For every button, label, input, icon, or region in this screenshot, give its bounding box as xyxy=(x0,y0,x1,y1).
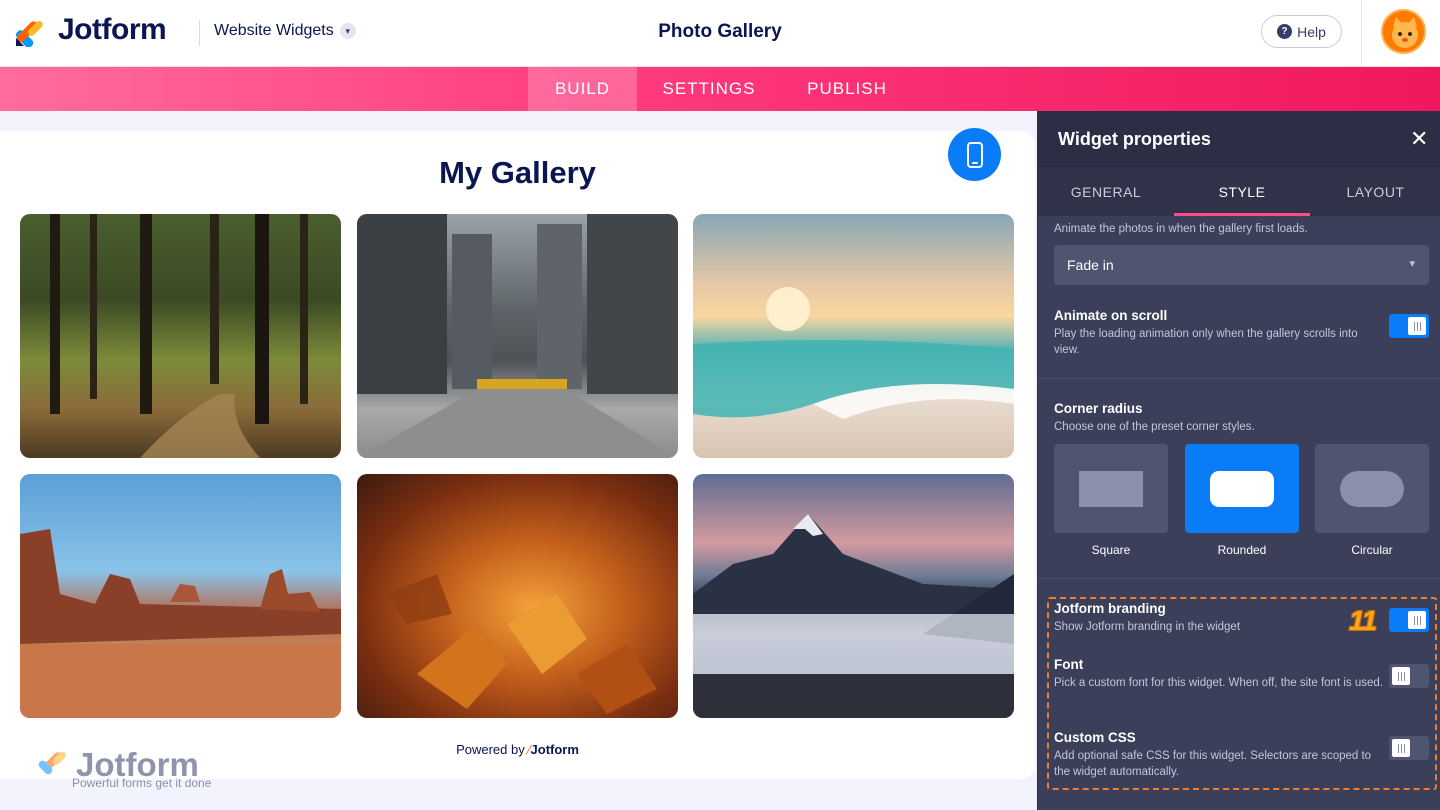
corner-radius-label: Corner radius xyxy=(1054,401,1143,416)
jotform-logo[interactable]: Jotform xyxy=(14,13,167,47)
gallery-photo-desert[interactable] xyxy=(20,474,341,718)
product-name: Website Widgets xyxy=(214,22,334,39)
circular-shape-icon xyxy=(1340,470,1404,507)
brand-name: Jotform xyxy=(58,13,167,46)
font-label: Font xyxy=(1054,657,1084,672)
avatar[interactable] xyxy=(1381,9,1426,54)
custom-css-desc: Add optional safe CSS for this widget. S… xyxy=(1054,750,1372,778)
step-marker: 11 xyxy=(1349,605,1377,636)
close-icon[interactable]: ✕ xyxy=(1410,128,1428,150)
corner-label-rounded: Rounded xyxy=(1217,543,1267,557)
font-toggle[interactable] xyxy=(1389,664,1429,688)
cat-avatar-icon xyxy=(1392,17,1418,48)
product-switcher[interactable]: Website Widgets ▾ xyxy=(214,22,356,40)
custom-css-label: Custom CSS xyxy=(1054,730,1136,745)
header-divider-right xyxy=(1361,0,1362,67)
branding-desc: Show Jotform branding in the widget xyxy=(1054,621,1241,633)
font-desc: Pick a custom font for this widget. When… xyxy=(1054,677,1383,689)
gallery-photo-beach[interactable] xyxy=(693,214,1014,458)
header-divider xyxy=(199,20,200,46)
loading-animation-desc: Animate the photos in when the gallery f… xyxy=(1054,223,1308,235)
watermark-logo-icon xyxy=(38,751,67,775)
corner-option-square[interactable] xyxy=(1054,444,1168,533)
toggle-knob xyxy=(1408,611,1426,629)
tab-build[interactable]: BUILD xyxy=(528,67,637,111)
gallery-photo-leaves[interactable] xyxy=(357,474,678,718)
gallery-photo-forest[interactable] xyxy=(20,214,341,458)
loading-animation-value: Fade in xyxy=(1067,257,1114,273)
tab-general[interactable]: GENERAL xyxy=(1038,167,1174,216)
corner-option-rounded[interactable] xyxy=(1185,444,1299,533)
section-divider xyxy=(1038,578,1440,579)
corner-label-circular: Circular xyxy=(1351,543,1393,557)
builder-tabbar: BUILD SETTINGS PUBLISH xyxy=(0,67,1440,111)
desert-image xyxy=(20,529,341,718)
panel-tabs: GENERAL STYLE LAYOUT xyxy=(1038,167,1440,216)
jotform-logo-icon xyxy=(15,20,43,47)
chevron-down-icon: ▾ xyxy=(1409,258,1415,270)
gallery-photo-mountains[interactable] xyxy=(693,474,1014,718)
help-label: Help xyxy=(1297,23,1326,40)
loading-animation-select[interactable]: Fade in ▾ xyxy=(1054,245,1429,285)
toggle-knob xyxy=(1392,667,1410,685)
toggle-knob xyxy=(1392,739,1410,757)
mountains-image xyxy=(693,514,1014,718)
beach-image xyxy=(693,287,1014,419)
animate-scroll-label: Animate on scroll xyxy=(1054,308,1168,323)
section-divider xyxy=(1038,378,1440,379)
gallery-title: My Gallery xyxy=(439,155,596,190)
widget-properties-panel: Widget properties ✕ GENERAL STYLE LAYOUT… xyxy=(1037,111,1440,810)
corner-label-square: Square xyxy=(1091,543,1131,557)
custom-css-toggle[interactable] xyxy=(1389,736,1429,760)
question-icon: ? xyxy=(1277,24,1293,39)
app-header: Jotform Website Widgets ▾ Photo Gallery … xyxy=(0,0,1440,67)
powered-prefix: Powered by xyxy=(456,742,525,757)
help-button[interactable]: ? Help xyxy=(1261,15,1342,48)
corner-option-circular[interactable] xyxy=(1315,444,1429,533)
forest-image xyxy=(50,214,308,458)
tab-publish[interactable]: PUBLISH xyxy=(790,67,904,111)
square-shape-icon xyxy=(1079,470,1143,507)
branding-label: Jotform branding xyxy=(1054,601,1166,616)
tab-style[interactable]: STYLE xyxy=(1174,167,1310,216)
city-image xyxy=(357,214,678,458)
chevron-down-icon: ▾ xyxy=(339,23,356,39)
branding-toggle[interactable] xyxy=(1389,608,1429,632)
animate-scroll-desc: Play the loading animation only when the… xyxy=(1054,328,1358,356)
watermark-tagline: Powerful forms get it done xyxy=(72,776,212,790)
panel-title: Widget properties xyxy=(1058,129,1211,149)
corner-radius-desc: Choose one of the preset corner styles. xyxy=(1054,421,1255,433)
rounded-shape-icon xyxy=(1210,470,1274,507)
animate-scroll-toggle[interactable] xyxy=(1389,314,1429,338)
gallery-photo-city[interactable] xyxy=(357,214,678,458)
powered-brand: Jotform xyxy=(530,742,579,757)
toggle-knob xyxy=(1408,317,1426,335)
panel-header: Widget properties ✕ xyxy=(1038,111,1440,167)
tab-settings[interactable]: SETTINGS xyxy=(645,67,773,111)
leaves-image xyxy=(387,574,657,714)
tab-layout[interactable]: LAYOUT xyxy=(1310,167,1440,216)
